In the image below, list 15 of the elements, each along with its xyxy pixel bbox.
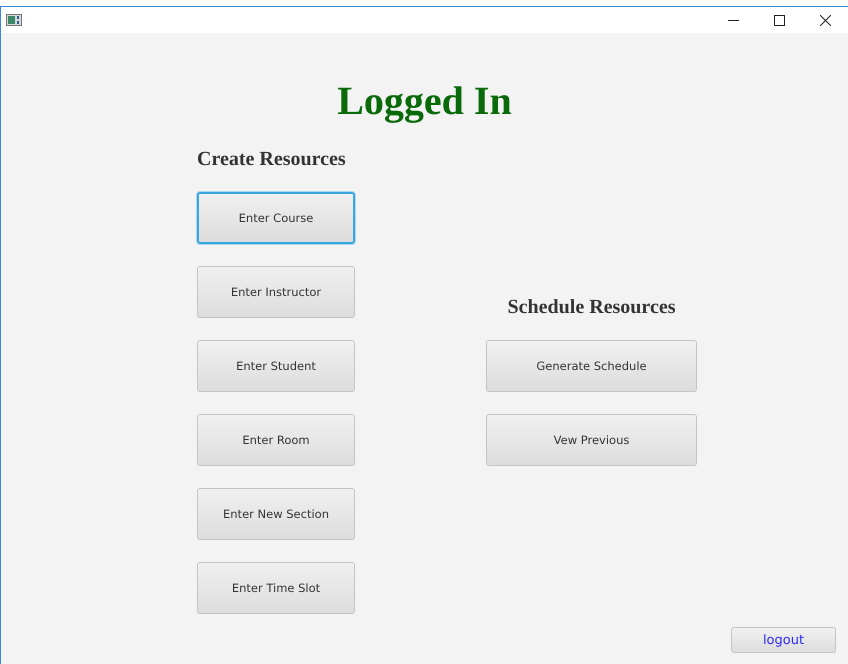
close-icon[interactable] <box>820 14 830 26</box>
page-title: Logged In <box>336 77 513 125</box>
action-button[interactable]: Enter New Section <box>197 488 355 540</box>
action-button[interactable]: Enter Course <box>197 192 355 244</box>
maximize-icon[interactable] <box>774 14 784 26</box>
action-button[interactable]: Generate Schedule <box>486 340 697 392</box>
action-button[interactable]: Enter Room <box>197 414 355 466</box>
action-button[interactable]: Enter Time Slot <box>197 562 355 614</box>
section-heading: Create Resources <box>197 147 347 171</box>
logout-button[interactable]: logout <box>731 627 836 653</box>
action-button[interactable]: Enter Instructor <box>197 266 355 318</box>
action-button[interactable]: Enter Student <box>197 340 355 392</box>
action-button[interactable]: Vew Previous <box>486 414 697 466</box>
app-icon <box>6 14 22 26</box>
section-heading: Schedule Resources <box>506 295 676 319</box>
